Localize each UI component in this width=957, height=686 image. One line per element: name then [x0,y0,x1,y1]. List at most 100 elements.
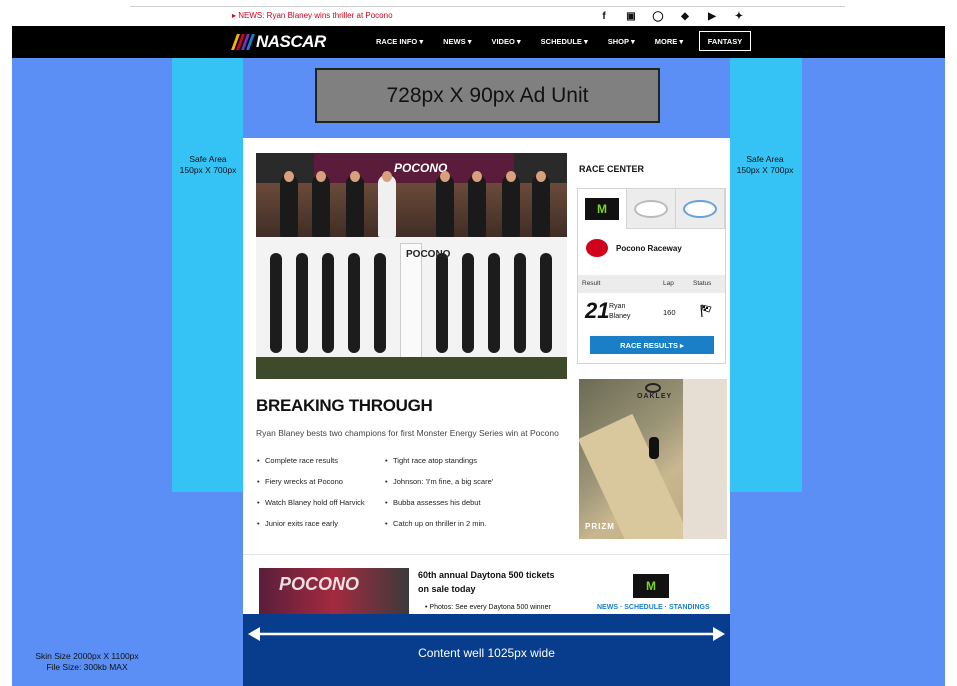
col-result: Result [582,280,601,287]
hero-baluster [488,253,500,353]
hero-baluster [374,253,386,353]
tab-monster-energy-series[interactable]: M [578,189,627,229]
section-divider [243,554,730,555]
monster-energy-logo-icon: M [633,574,669,598]
breaking-news-link[interactable]: ▸ NEWS: Ryan Blaney wins thriller at Poc… [232,11,393,20]
hero-image[interactable]: POCONO POCONO [256,153,567,379]
nav-item-schedule[interactable]: SCHEDULE ▾ [541,37,588,46]
hero-person [312,175,330,237]
daytona-photos-link[interactable]: • Photos: See every Daytona 500 winner [425,604,551,611]
story-link[interactable]: Junior exits race early [257,519,365,540]
nav-menu: RACE INFO ▾ NEWS ▾ VIDEO ▾ SCHEDULE ▾ SH… [376,37,703,46]
main-nav: NASCAR RACE INFO ▾ NEWS ▾ VIDEO ▾ SCHEDU… [12,26,945,58]
skin-size-text: Skin Size 2000px X 1100px [35,651,139,661]
nav-item-more[interactable]: MORE ▾ [655,37,683,46]
ad-road [579,413,700,539]
nav-item-video[interactable]: VIDEO ▾ [491,37,520,46]
hero-person [502,175,520,237]
facebook-icon[interactable]: f [598,10,610,22]
race-center-widget: M Pocono Raceway Result Lap Status 21 Ry… [577,188,726,364]
checkered-flag-icon [700,304,712,318]
hero-face [472,171,482,182]
race-results-button[interactable]: RACE RESULTS ▸ [590,336,714,354]
ad-cyclist [649,437,659,459]
hero-post-text: POCONO [406,249,450,261]
hero-baluster [270,253,282,353]
hero-person [532,175,550,237]
hero-face [536,171,546,182]
lap-count: 160 [663,308,676,317]
story-link[interactable]: Catch up on thriller in 2 min. [385,519,493,540]
hero-baluster [296,253,308,353]
hero-face [382,171,392,182]
hero-person [346,175,364,237]
results-row[interactable]: 21 Ryan Blaney 160 [578,297,725,327]
double-arrow-icon [248,627,725,641]
logo-text: NASCAR [256,32,326,51]
daytona-story-image[interactable]: POCONO [259,568,409,614]
leaderboard-ad-unit[interactable]: 728px X 90px Ad Unit [315,68,660,123]
story-links-right: Tight race atop standings Johnson: 'I'm … [385,456,493,540]
daytona-story-title[interactable]: 60th annual Daytona 500 tickets on sale … [418,568,568,596]
tab-xfinity-series[interactable] [627,189,676,229]
nav-item-news[interactable]: NEWS ▾ [443,37,471,46]
story-link[interactable]: Watch Blaney hold off Harvick [257,498,365,519]
social-links: f ▣ ◯ ◆ ▶ ✦ [598,10,745,22]
hero-face [506,171,516,182]
hero-crowd [256,183,567,243]
safe-area-right-label: Safe Area 150px X 700px [736,154,794,175]
youtube-icon[interactable]: ▶ [706,10,718,22]
car-number: 21 [585,298,610,323]
hero-face [350,171,360,182]
story-link[interactable]: Fiery wrecks at Pocono [257,477,365,498]
hero-banner-text: POCONO [394,161,448,175]
col-lap: Lap [663,280,674,287]
monster-energy-logo-icon: M [585,198,619,220]
hero-face [284,171,294,182]
headline[interactable]: BREAKING THROUGH [256,396,433,416]
safe-area-left [172,58,243,492]
story-link[interactable]: Tight race atop standings [385,456,493,477]
instagram-icon[interactable]: ▣ [625,10,637,22]
daytona-image-text: POCONO [279,574,360,594]
driver-name: Ryan Blaney [609,303,631,320]
hero-grass [256,357,567,379]
nav-item-shop[interactable]: SHOP ▾ [608,37,635,46]
skin-size-label: Skin Size 2000px X 1100px File Size: 300… [22,651,152,673]
hero-baluster [514,253,526,353]
story-links-left: Complete race results Fiery wrecks at Po… [257,456,365,540]
subheadline: Ryan Blaney bests two champions for firs… [256,428,559,438]
story-link[interactable]: Complete race results [257,456,365,477]
snapchat-icon[interactable]: ◯ [652,10,664,22]
top-utility-bar: ▸ NEWS: Ryan Blaney wins thriller at Poc… [130,6,845,26]
safe-area-right [730,58,802,492]
hero-person [378,175,396,237]
ad-product: PRIZM [585,522,615,531]
content-well-label: Content well 1025px wide [418,646,555,660]
hero-face [440,171,450,182]
story-link[interactable]: Bubba assesses his debut [385,498,493,519]
nascar-logo[interactable]: NASCAR [231,32,326,52]
hero-baluster [322,253,334,353]
track-info: Pocono Raceway [586,239,682,257]
story-link[interactable]: Johnson: 'I'm fine, a big scare' [385,477,493,498]
ad-cliff [683,379,727,539]
xfinity-logo-icon [634,199,668,218]
sidebar-ad[interactable]: OAKLEY PRIZM [579,379,727,539]
series-links[interactable]: NEWS · SCHEDULE · STANDINGS [597,604,710,611]
hero-baluster [540,253,552,353]
col-status: Status [693,280,712,287]
series-tabs: M [578,189,725,229]
truck-series-logo-icon [683,199,717,218]
tab-truck-series[interactable] [676,189,725,229]
fantasy-button[interactable]: FANTASY [699,31,751,51]
hero-person [280,175,298,237]
race-center-title: RACE CENTER [579,164,645,174]
safe-area-left-label: Safe Area 150px X 700px [179,154,237,175]
track-name: Pocono Raceway [616,243,682,253]
hero-baluster [436,253,448,353]
hero-baluster [348,253,360,353]
twitter-icon[interactable]: ◆ [679,10,691,22]
nav-item-race-info[interactable]: RACE INFO ▾ [376,37,423,46]
tumblr-icon[interactable]: ✦ [733,10,745,22]
